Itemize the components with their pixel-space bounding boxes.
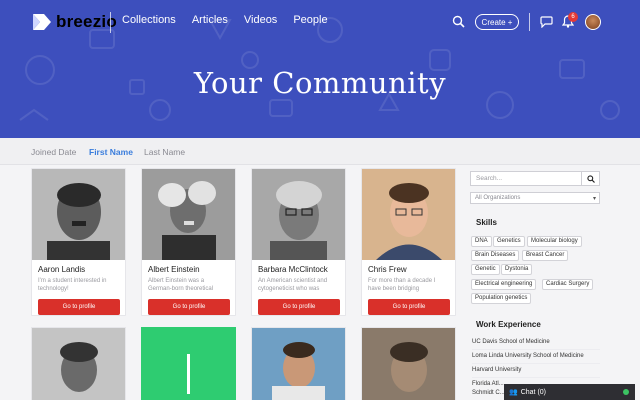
- person-name: Aaron Landis: [38, 265, 86, 274]
- person-photo: [362, 169, 455, 260]
- person-card: Aaron Landis I'm a student interested in…: [31, 168, 126, 316]
- person-bio: For more than a decade I have been bridg…: [368, 278, 436, 292]
- logo-text: breezio: [56, 12, 117, 31]
- person-card: Albert Einstein Albert Einstein was a Ge…: [141, 168, 236, 316]
- person-bio: An American scientist and cytogeneticist…: [258, 278, 328, 292]
- work-item[interactable]: Florida Atl...: [472, 381, 504, 387]
- person-card: Barbara McClintock An American scientist…: [251, 168, 346, 316]
- nav-divider: [110, 12, 111, 33]
- search-icon: [586, 174, 595, 183]
- person-name: Chris Frew: [368, 265, 407, 274]
- work-item[interactable]: UC Davis School of Medicine: [472, 339, 550, 345]
- skill-tag[interactable]: DNA: [471, 236, 492, 247]
- sort-bar: Joined Date First Name Last Name: [0, 138, 640, 165]
- chat-icon[interactable]: [540, 16, 553, 28]
- chat-label: Chat (0): [520, 388, 547, 396]
- skill-tag[interactable]: Brain Diseases: [471, 250, 520, 261]
- go-to-profile-button[interactable]: Go to profile: [258, 299, 340, 315]
- person-photo: [142, 169, 235, 260]
- work-experience-heading: Work Experience: [476, 320, 541, 329]
- breezio-logo-icon: [33, 14, 51, 30]
- organization-select-value: All Organizations: [475, 195, 521, 201]
- search-icon[interactable]: [452, 15, 465, 28]
- nav-divider-right: [529, 13, 530, 31]
- work-item[interactable]: Loma Linda University School of Medicine: [472, 353, 584, 359]
- person-card-partial[interactable]: [31, 327, 126, 400]
- person-card-partial[interactable]: [141, 327, 236, 400]
- divider: [472, 349, 600, 350]
- user-avatar[interactable]: [585, 14, 601, 30]
- person-name: Albert Einstein: [148, 265, 200, 274]
- placeholder-avatar-icon: [187, 354, 190, 394]
- create-button[interactable]: Create +: [475, 14, 519, 30]
- chat-bar[interactable]: 👥 Chat (0): [504, 384, 635, 400]
- skill-tag[interactable]: Genetic: [471, 264, 500, 275]
- app-root: breezio Collections Articles Videos Peop…: [0, 0, 640, 400]
- nav-link-people[interactable]: People: [293, 14, 327, 26]
- divider: [472, 377, 600, 378]
- person-card-partial[interactable]: [361, 327, 456, 400]
- go-to-profile-button[interactable]: Go to profile: [38, 299, 120, 315]
- work-item[interactable]: Schmidt C...: [472, 390, 505, 396]
- chevron-down-icon: ▾: [592, 196, 596, 202]
- page-title: Your Community: [193, 66, 447, 100]
- skill-tag[interactable]: Population genetics: [471, 293, 532, 304]
- sort-first-name[interactable]: First Name: [89, 147, 133, 157]
- person-card: Chris Frew For more than a decade I have…: [361, 168, 456, 316]
- person-bio: Albert Einstein was a German-born theore…: [148, 278, 214, 292]
- people-search-button[interactable]: [581, 171, 600, 186]
- online-status-dot: [623, 389, 629, 395]
- skill-tag[interactable]: Breast Cancer: [522, 250, 569, 261]
- person-photo: [252, 169, 345, 260]
- person-photo: [32, 169, 125, 260]
- skill-tag[interactable]: Cardiac Surgery: [542, 279, 594, 290]
- notification-badge: 6: [568, 12, 578, 22]
- person-photo: [362, 328, 455, 400]
- skill-tag[interactable]: Genetics: [493, 236, 525, 247]
- person-photo: [252, 328, 345, 400]
- skills-heading: Skills: [476, 218, 497, 227]
- organization-select[interactable]: All Organizations ▾: [470, 192, 600, 204]
- work-item[interactable]: Harvard University: [472, 367, 521, 373]
- go-to-profile-button[interactable]: Go to profile: [368, 299, 450, 315]
- skill-tag[interactable]: Molecular biology: [527, 236, 582, 247]
- nav-link-videos[interactable]: Videos: [244, 14, 277, 26]
- nav-link-collections[interactable]: Collections: [122, 14, 176, 26]
- hero-banner: breezio Collections Articles Videos Peop…: [0, 0, 640, 138]
- nav-link-articles[interactable]: Articles: [192, 14, 228, 26]
- person-name: Barbara McClintock: [258, 265, 328, 274]
- divider: [472, 363, 600, 364]
- go-to-profile-button[interactable]: Go to profile: [148, 299, 230, 315]
- sort-last-name[interactable]: Last Name: [144, 147, 185, 157]
- person-card-partial[interactable]: [251, 327, 346, 400]
- main-nav: Collections Articles Videos People: [122, 14, 344, 26]
- skill-tag[interactable]: Electrical engineering: [471, 279, 537, 290]
- person-photo: [32, 328, 125, 400]
- person-bio: I'm a student interested in technology!: [38, 278, 107, 292]
- skill-tag[interactable]: Dystonia: [501, 264, 533, 275]
- chat-people-icon: 👥: [509, 389, 518, 396]
- breezio-logo[interactable]: breezio: [32, 12, 117, 32]
- sort-joined-date[interactable]: Joined Date: [31, 147, 76, 157]
